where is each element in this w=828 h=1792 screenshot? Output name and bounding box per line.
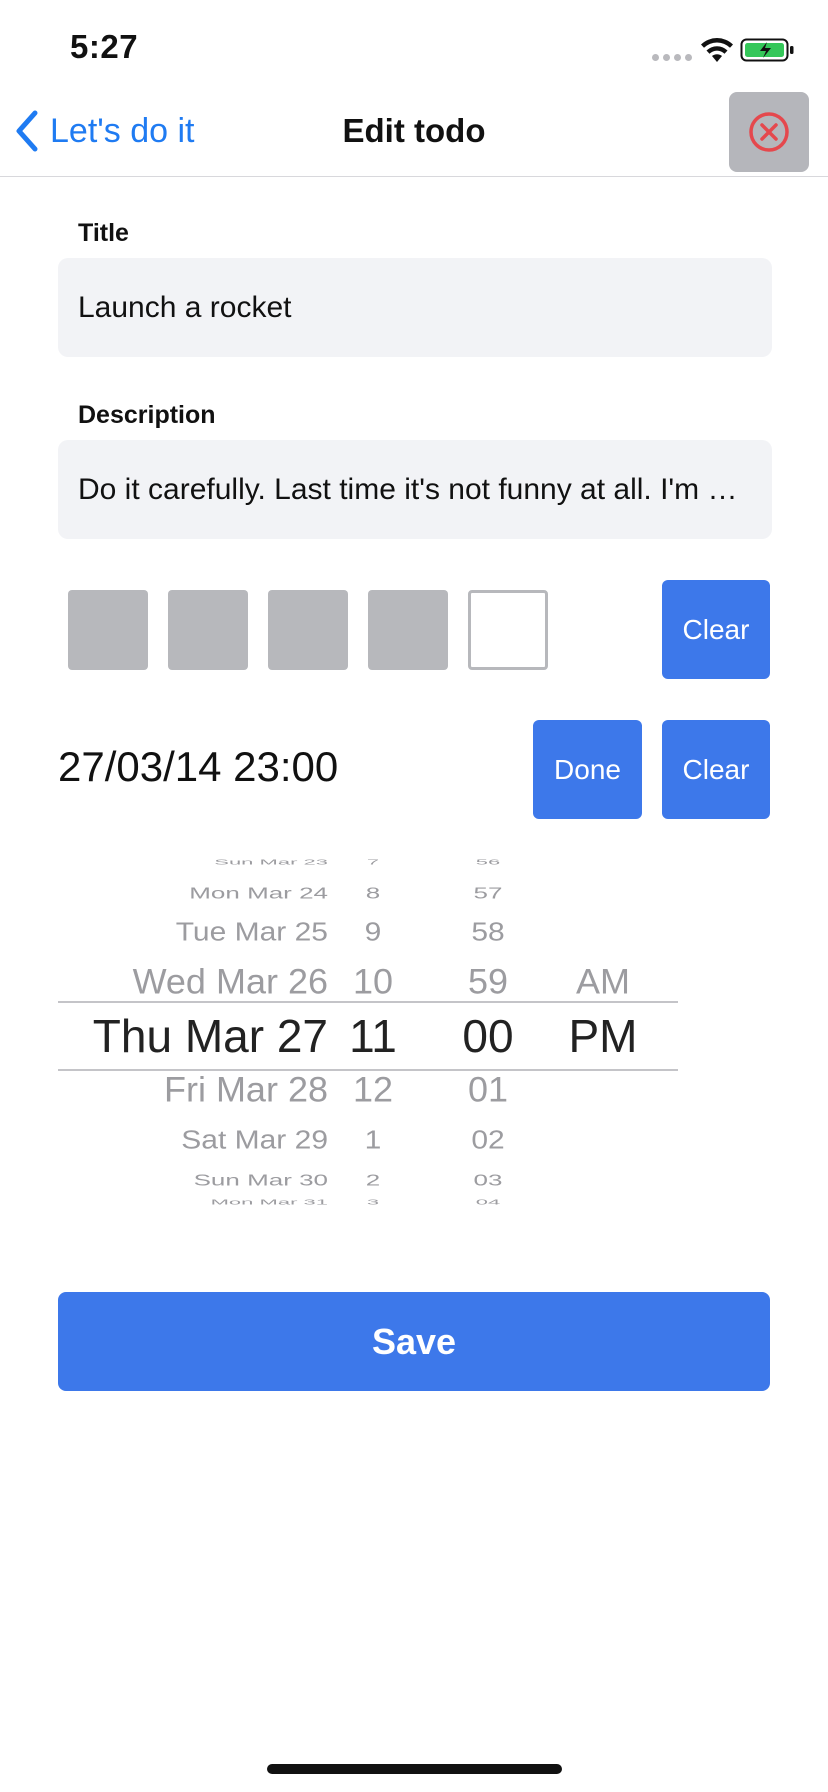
wifi-icon (700, 36, 734, 69)
picker-hour-column[interactable]: 7 8 9 10 11 12 1 2 3 (328, 850, 418, 1210)
x-circle-icon (749, 112, 789, 152)
picker-date-item[interactable]: Sat Mar 29 (58, 1128, 328, 1154)
picker-hour-item[interactable]: 1 (328, 1128, 418, 1154)
due-date-value: 27/03/14 23:00 (58, 743, 339, 790)
picker-hour-item[interactable]: 7 (328, 858, 418, 866)
picker-selection-bottom-line (58, 1069, 678, 1071)
cellular-signal-icon (652, 54, 692, 62)
priority-clear-button[interactable]: Clear (662, 580, 770, 679)
nav-divider (0, 176, 828, 177)
picker-hour-item[interactable]: 12 (328, 1072, 418, 1108)
date-time-picker[interactable]: Sun Mar 23 Mon Mar 24 Tue Mar 25 Wed Mar 26… (58, 850, 678, 1210)
page-title: Edit todo (342, 112, 486, 149)
picker-minute-item[interactable]: 00 (438, 1013, 538, 1059)
picker-date-item[interactable]: Mon Mar 31 (58, 1198, 328, 1206)
priority-2[interactable] (168, 590, 248, 670)
picker-hour-item[interactable]: 10 (328, 964, 418, 1000)
description-label: Description (78, 401, 216, 429)
picker-minute-item[interactable]: 58 (438, 920, 538, 946)
picker-ampm-item[interactable]: PM (548, 1013, 658, 1059)
picker-selection-top-line (58, 1001, 678, 1003)
picker-minute-item[interactable]: 02 (438, 1128, 538, 1154)
delete-button[interactable] (729, 92, 809, 172)
picker-minute-item[interactable]: 03 (438, 1172, 538, 1188)
picker-hour-item[interactable]: 11 (328, 1013, 418, 1059)
picker-date-item[interactable]: Tue Mar 25 (58, 920, 328, 946)
description-field[interactable]: Do it carefully. Last time it's not funn… (58, 440, 772, 539)
picker-minute-column[interactable]: 56 57 58 59 00 01 02 03 04 (438, 850, 538, 1210)
title-value: Launch a rocket (78, 290, 292, 324)
picker-date-column[interactable]: Sun Mar 23 Mon Mar 24 Tue Mar 25 Wed Mar 26… (58, 850, 328, 1210)
picker-hour-item[interactable]: 8 (328, 885, 418, 901)
status-time: 5:27 (70, 28, 139, 65)
picker-date-item[interactable]: Sun Mar 30 (58, 1172, 328, 1188)
picker-hour-item[interactable]: 9 (328, 920, 418, 946)
title-label: Title (78, 219, 129, 247)
picker-minute-item[interactable]: 57 (438, 885, 538, 901)
picker-date-item[interactable]: Wed Mar 26 (58, 964, 328, 1000)
picker-date-item[interactable]: Sun Mar 23 (58, 858, 328, 866)
picker-hour-item[interactable]: 2 (328, 1172, 418, 1188)
done-button[interactable]: Done (533, 720, 642, 819)
picker-date-item[interactable]: Fri Mar 28 (58, 1072, 328, 1108)
priority-3[interactable] (268, 590, 348, 670)
picker-date-item[interactable]: Thu Mar 27 (58, 1013, 328, 1059)
picker-minute-item[interactable]: 01 (438, 1072, 538, 1108)
title-field[interactable]: Launch a rocket (58, 258, 772, 357)
picker-date-item[interactable]: Mon Mar 24 (58, 885, 328, 901)
priority-5[interactable] (468, 590, 548, 670)
priority-4[interactable] (368, 590, 448, 670)
picker-hour-item[interactable]: 3 (328, 1198, 418, 1206)
date-clear-button[interactable]: Clear (662, 720, 770, 819)
picker-minute-item[interactable]: 56 (438, 858, 538, 866)
battery-charging-icon (740, 36, 796, 69)
save-button[interactable]: Save (58, 1292, 770, 1391)
home-indicator (267, 1764, 562, 1774)
priority-1[interactable] (68, 590, 148, 670)
description-value: Do it carefully. Last time it's not funn… (78, 472, 752, 506)
picker-minute-item[interactable]: 04 (438, 1198, 538, 1206)
picker-minute-item[interactable]: 59 (438, 964, 538, 1000)
picker-ampm-column[interactable]: AM PM (548, 850, 658, 1210)
picker-ampm-item[interactable]: AM (548, 964, 658, 1000)
